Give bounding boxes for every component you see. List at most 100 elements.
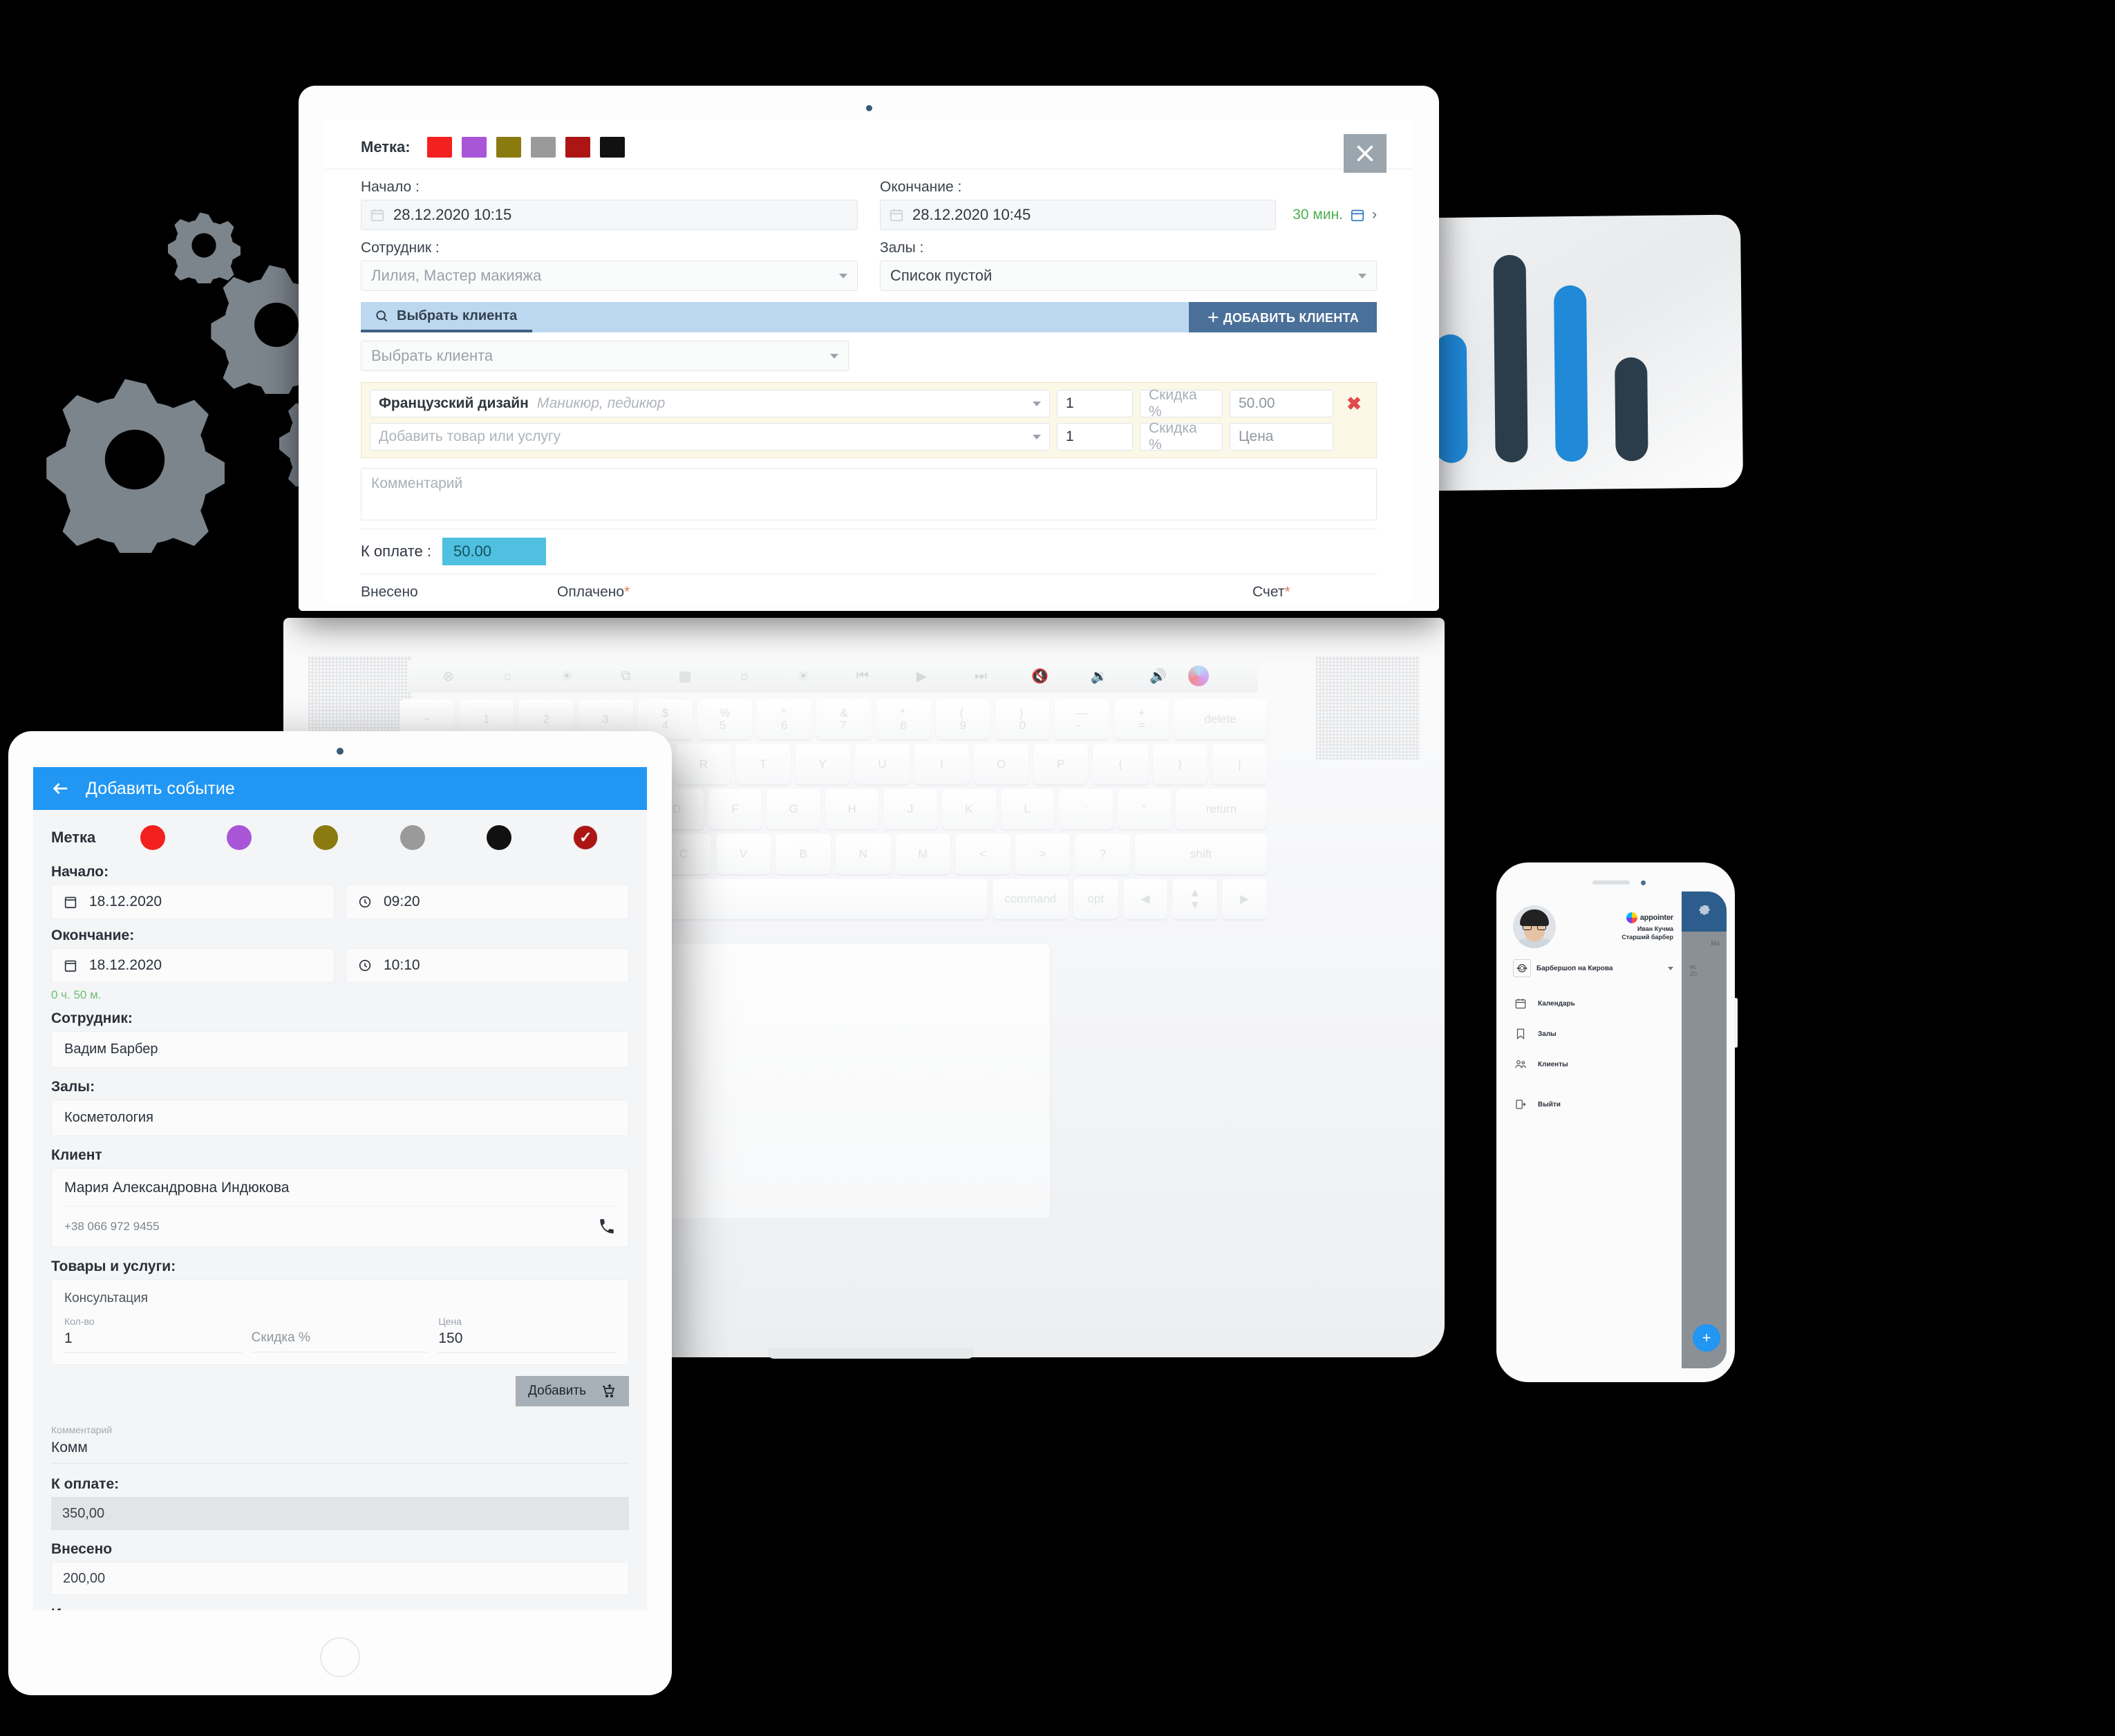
key-arrow-right[interactable]: ▶	[1222, 879, 1267, 919]
phone-icon[interactable]	[598, 1218, 616, 1236]
add-client-button[interactable]: ＋ ДОБАВИТЬ КЛИЕНТА	[1189, 302, 1377, 332]
key[interactable]: H	[825, 789, 879, 829]
key-arrow-updown[interactable]: ▲ ▼	[1172, 879, 1218, 919]
start-time-input[interactable]: 09:20	[346, 885, 629, 919]
key[interactable]: |	[1212, 744, 1268, 784]
key[interactable]: Y	[795, 744, 850, 784]
key[interactable]: I	[914, 744, 970, 784]
key-arrow-left[interactable]: ◀	[1122, 879, 1168, 919]
service-name-select[interactable]: Французский дизайн Маникюр, педикюр	[370, 390, 1050, 417]
halls-select[interactable]: Список пустой	[880, 261, 1377, 291]
color-swatch-grey[interactable]	[530, 137, 556, 158]
key-return[interactable]: return	[1176, 789, 1267, 829]
color-swatch-red[interactable]	[426, 137, 452, 158]
settings-button[interactable]	[1682, 891, 1727, 932]
key[interactable]: {	[1093, 744, 1148, 784]
trackpad[interactable]	[608, 943, 1051, 1219]
key[interactable]: F	[708, 789, 762, 829]
comment-value[interactable]: Комм	[51, 1435, 629, 1464]
key[interactable]: J	[883, 789, 937, 829]
touchbar-brightness-up-icon[interactable]: ☀	[537, 668, 596, 685]
key[interactable]: <	[955, 834, 1010, 874]
key[interactable]: P	[1033, 744, 1089, 784]
price-value[interactable]: 150	[438, 1330, 617, 1353]
key[interactable]: R	[676, 744, 731, 784]
employee-value-box[interactable]: Вадим Барбер	[51, 1031, 629, 1068]
arrow-left-icon[interactable]	[51, 779, 70, 798]
key[interactable]: V	[715, 834, 771, 874]
key[interactable]: N	[836, 834, 891, 874]
key[interactable]: "	[1117, 789, 1172, 829]
menu-item-logout[interactable]: Выйти	[1505, 1089, 1682, 1120]
color-dot-darkred-selected[interactable]	[573, 825, 599, 850]
client-select[interactable]: Выбрать клиента	[361, 341, 849, 371]
client-card[interactable]: Мария Александровна Индюкова +38 066 972…	[51, 1168, 629, 1247]
chevron-right-icon[interactable]: ›	[1372, 207, 1377, 223]
comment-textarea[interactable]: Комментарий	[361, 468, 1377, 520]
qty-value[interactable]: 1	[64, 1330, 242, 1353]
service-price-input[interactable]: 50.00	[1230, 390, 1333, 417]
color-swatch-black[interactable]	[599, 137, 625, 158]
touchbar-prev-icon[interactable]: ⏮	[833, 668, 892, 684]
key-space[interactable]	[629, 879, 988, 919]
service-price-input[interactable]: Цена	[1230, 423, 1333, 451]
color-dot-purple[interactable]	[226, 825, 252, 850]
menu-item-clients[interactable]: Клиенты	[1505, 1049, 1682, 1079]
key[interactable]: O	[974, 744, 1029, 784]
touchbar-keyboard-dim-icon[interactable]: ☼	[715, 668, 774, 684]
menu-item-halls[interactable]: Залы	[1505, 1019, 1682, 1049]
key-delete[interactable]: delete	[1174, 699, 1268, 739]
key[interactable]: G	[767, 789, 820, 829]
service-discount-input[interactable]: Скидка %	[1140, 387, 1223, 419]
touchbar-volume-up-icon[interactable]: 🔊	[1129, 668, 1188, 685]
halls-value-box[interactable]: Косметология	[51, 1100, 629, 1136]
key[interactable]: >	[1015, 834, 1071, 874]
service-discount-input[interactable]: Скидка %	[1140, 420, 1223, 453]
key[interactable]: * 8	[876, 699, 931, 739]
key[interactable]: B	[776, 834, 831, 874]
close-button[interactable]	[1344, 134, 1386, 173]
color-swatch-purple[interactable]	[461, 137, 487, 158]
key-option-right[interactable]: opt	[1073, 879, 1118, 919]
key-command-right[interactable]: command	[992, 879, 1069, 919]
touchbar-volume-down-icon[interactable]: 🔉	[1069, 668, 1129, 685]
touchbar-keyboard-bright-icon[interactable]: ☀	[773, 668, 833, 685]
color-swatch-olive[interactable]	[496, 137, 521, 158]
key[interactable]: T	[735, 744, 791, 784]
color-dot-grey[interactable]	[400, 825, 425, 850]
key-shift-right[interactable]: shift	[1134, 834, 1267, 874]
key[interactable]: (9	[935, 699, 990, 739]
color-dot-red[interactable]	[140, 825, 165, 850]
key[interactable]: ) 0	[995, 699, 1051, 739]
phone-power-button[interactable]	[1734, 998, 1738, 1048]
key[interactable]: + =	[1114, 699, 1169, 739]
key[interactable]: ^ 6	[757, 699, 812, 739]
key[interactable]: M	[895, 834, 951, 874]
key[interactable]: :	[1059, 789, 1113, 829]
menu-item-calendar[interactable]: Календарь	[1505, 988, 1682, 1019]
deposited-value[interactable]: 200,00	[51, 1562, 629, 1595]
key[interactable]: }	[1152, 744, 1207, 784]
touchbar-esc-icon[interactable]: ⊗	[419, 668, 478, 685]
add-service-select[interactable]: Добавить товар или услугу	[370, 423, 1050, 451]
touch-bar[interactable]: ⊗ ☼ ☀ ⧉ ▦ ☼ ☀ ⏮ ▶ ⏭ 🔇 🔉 🔊	[408, 659, 1258, 692]
discount-placeholder[interactable]: Скидка %	[251, 1330, 429, 1352]
end-date-input[interactable]: 18.12.2020	[51, 948, 335, 983]
remove-service-icon[interactable]: ✖	[1340, 393, 1368, 415]
service-qty-input[interactable]: 1	[1057, 390, 1133, 417]
touchbar-launchpad-icon[interactable]: ▦	[655, 668, 715, 685]
touchbar-siri-icon[interactable]	[1187, 666, 1248, 686]
key[interactable]: ?	[1075, 834, 1130, 874]
location-selector[interactable]: Барбершоп на Кирова	[1505, 955, 1682, 981]
key[interactable]: % 5	[697, 699, 753, 739]
key[interactable]: U	[854, 744, 910, 784]
tab-choose-client[interactable]: Выбрать клиента	[361, 302, 533, 332]
add-event-fab[interactable]: +	[1693, 1324, 1720, 1352]
touchbar-mission-control-icon[interactable]: ⧉	[596, 668, 656, 684]
end-datetime-input[interactable]: 28.12.2020 10:45	[880, 200, 1277, 230]
key[interactable]: — -	[1055, 699, 1110, 739]
touchbar-brightness-down-icon[interactable]: ☼	[478, 668, 538, 684]
color-swatch-darkred[interactable]	[565, 137, 590, 158]
color-dot-black[interactable]	[486, 825, 511, 850]
touchbar-play-icon[interactable]: ▶	[892, 668, 952, 685]
